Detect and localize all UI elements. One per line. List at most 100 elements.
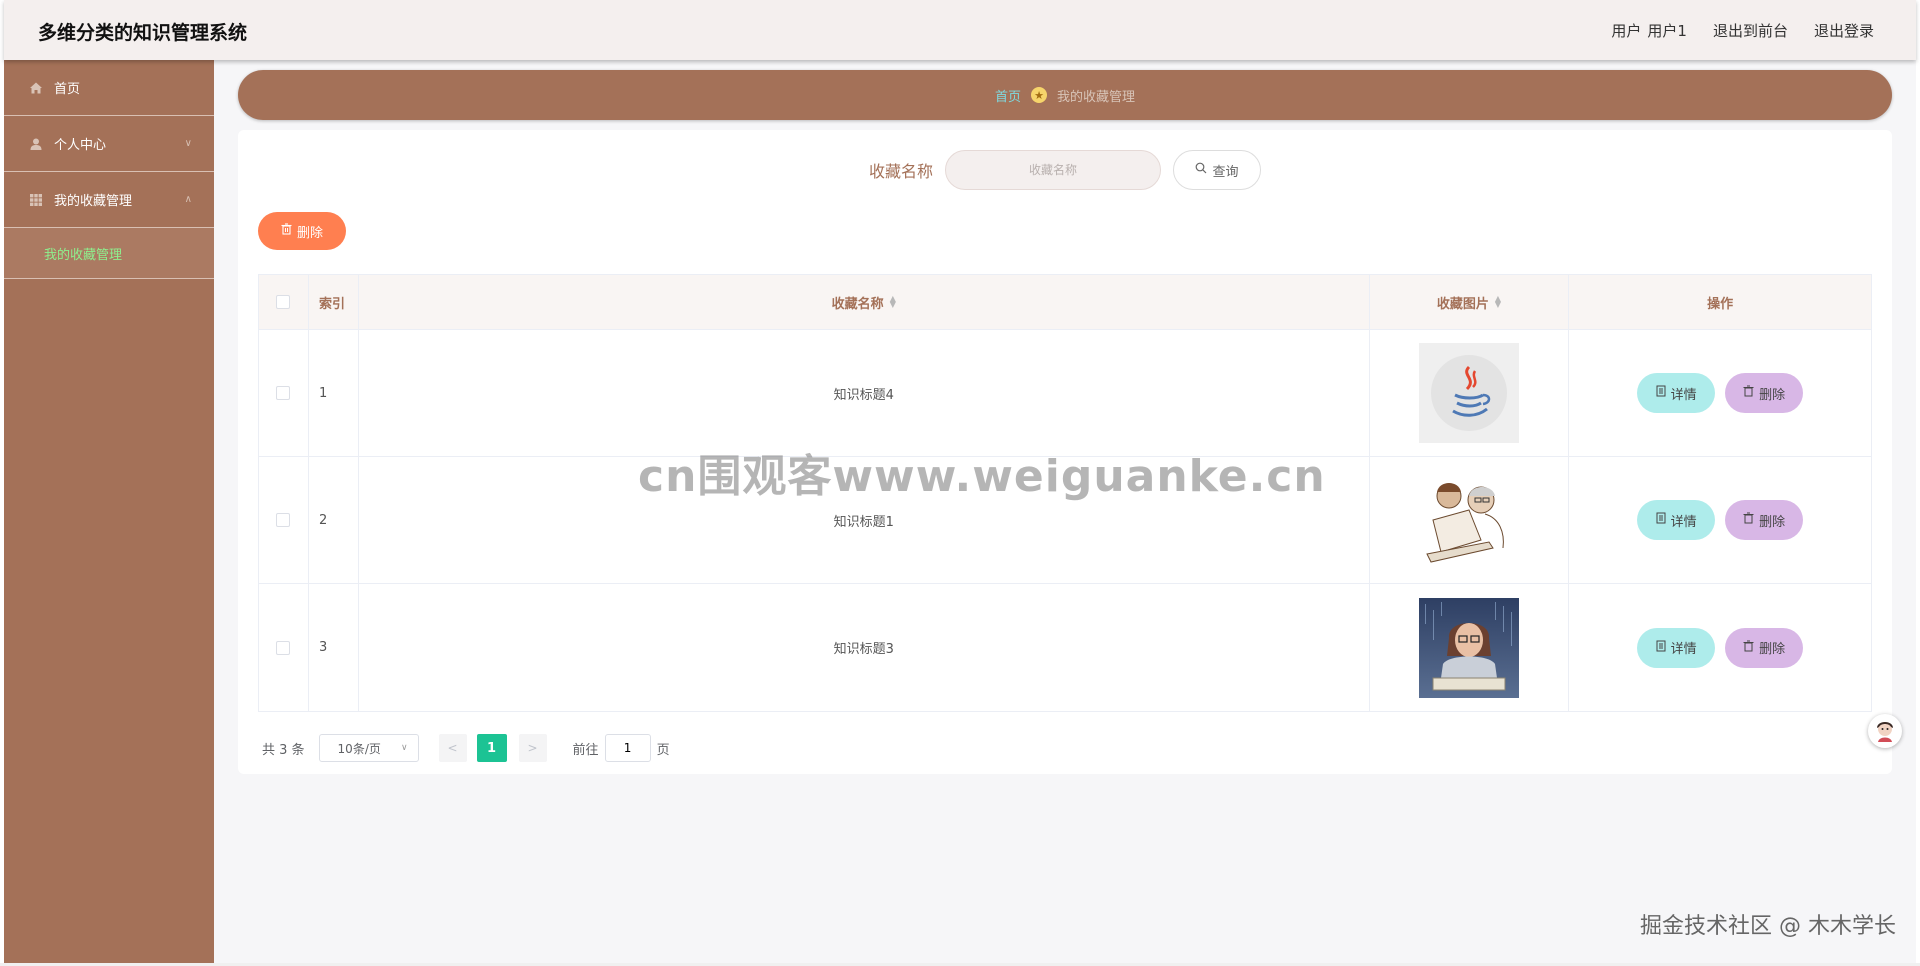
favorites-submenu: 我的收藏管理 [4, 228, 214, 279]
row-check-cell [259, 330, 309, 456]
sidebar-item-label: 首页 [54, 82, 81, 97]
content-card: 收藏名称 查询 删除 索引 收藏名称 ▲▼ [238, 130, 1892, 774]
user-icon [28, 136, 44, 152]
trash-icon [1743, 640, 1754, 656]
goto-prefix: 前往 [572, 742, 599, 758]
row-name: 知识标题4 [359, 330, 1370, 456]
support-avatar-icon[interactable] [1868, 714, 1902, 748]
goto-page: 前往 页 [573, 734, 670, 762]
sidebar-item-label: 个人中心 [54, 138, 107, 153]
star-icon: ★ [1031, 87, 1047, 103]
row-delete-label: 删除 [1759, 642, 1786, 657]
footer-watermark: 掘金技术社区 @ 木木学长 [1640, 914, 1896, 939]
breadcrumb-home[interactable]: 首页 [995, 86, 1021, 105]
page-size-value: 10条/页 [337, 741, 381, 756]
submenu-item-favorites[interactable]: 我的收藏管理 [4, 228, 214, 278]
chevron-down-icon: ∨ [184, 138, 192, 149]
breadcrumb-current: 我的收藏管理 [1057, 89, 1136, 105]
main-content: 首页 ★ 我的收藏管理 收藏名称 查询 删除 索引 [214, 60, 1916, 963]
row-ops: 详情 删除 [1569, 457, 1871, 583]
user-name: 用户1 [1647, 22, 1687, 40]
detail-button-label: 详情 [1670, 514, 1697, 530]
document-icon [1656, 640, 1666, 656]
java-logo-icon [1419, 343, 1519, 443]
row-index: 2 [309, 457, 359, 583]
select-all-checkbox[interactable] [276, 295, 291, 309]
search-button[interactable]: 查询 [1173, 150, 1261, 190]
page-number-active[interactable]: 1 [476, 734, 507, 762]
trash-icon [1743, 385, 1754, 401]
prev-page-button[interactable]: < [438, 734, 467, 762]
document-icon [1656, 512, 1666, 528]
row-image-cell [1370, 330, 1570, 456]
user-info: 用户 用户1 [1611, 20, 1687, 41]
search-input[interactable] [945, 150, 1161, 190]
table-row: 3 知识标题3 详情 删除 [259, 584, 1871, 711]
detail-button[interactable]: 详情 [1637, 373, 1716, 413]
chevron-up-icon: ∧ [184, 194, 192, 205]
table-header-row: 索引 收藏名称 ▲ ▼ 收藏图片 ▲ ▼ 操作 [259, 275, 1871, 330]
trash-icon [1743, 512, 1754, 528]
header-image[interactable]: 收藏图片 ▲ ▼ [1370, 275, 1570, 329]
pagination-total: 共 3 条 [262, 742, 305, 758]
row-ops: 详情 删除 [1569, 584, 1871, 711]
row-checkbox[interactable] [276, 386, 291, 400]
grid-icon [28, 192, 44, 208]
sidebar-item-home[interactable]: 首页 [4, 60, 214, 116]
sort-caret-icon[interactable]: ▲ ▼ [1495, 295, 1501, 309]
row-image-cell [1370, 457, 1570, 583]
row-ops: 详情 删除 [1569, 330, 1871, 456]
row-name: 知识标题3 [359, 584, 1370, 711]
sidebar: 首页 个人中心 ∨ 我的收藏管理 ∧ 我的收藏管理 [4, 60, 214, 963]
row-check-cell [259, 584, 309, 711]
trash-icon [281, 223, 292, 239]
app-title: 多维分类的知识管理系统 [38, 22, 248, 44]
row-delete-label: 删除 [1759, 514, 1786, 530]
top-header: 多维分类的知识管理系统 用户 用户1 退出到前台 退出登录 [4, 0, 1916, 60]
search-icon [1195, 162, 1207, 178]
chevron-left-icon: < [447, 741, 458, 755]
sidebar-item-favorites[interactable]: 我的收藏管理 ∧ [4, 172, 214, 228]
row-checkbox[interactable] [276, 640, 291, 655]
next-page-button[interactable]: > [518, 734, 547, 762]
batch-delete-label: 删除 [296, 225, 323, 241]
sidebar-item-label: 我的收藏管理 [54, 194, 133, 209]
header-name[interactable]: 收藏名称 ▲ ▼ [359, 275, 1370, 329]
breadcrumb: 首页 ★ 我的收藏管理 [238, 70, 1892, 120]
row-delete-button[interactable]: 删除 [1725, 373, 1804, 413]
user-label: 用户 [1611, 22, 1642, 40]
row-index: 3 [309, 584, 359, 711]
sketch-programmers-image [1419, 470, 1519, 570]
chevron-right-icon: > [527, 741, 538, 755]
sidebar-item-personal-center[interactable]: 个人中心 ∨ [4, 116, 214, 172]
back-to-front-link[interactable]: 退出到前台 [1713, 20, 1788, 41]
header-name-label: 收藏名称 [831, 296, 884, 312]
logout-link[interactable]: 退出登录 [1814, 20, 1874, 41]
page-size-select[interactable]: 10条/页 ∨ [318, 734, 419, 762]
row-checkbox[interactable] [276, 513, 291, 527]
header-actions: 用户 用户1 退出到前台 退出登录 [1611, 20, 1874, 41]
row-delete-button[interactable]: 删除 [1725, 500, 1804, 540]
detail-button[interactable]: 详情 [1637, 627, 1716, 668]
sort-caret-icon[interactable]: ▲ ▼ [890, 295, 896, 309]
favorites-table: 索引 收藏名称 ▲ ▼ 收藏图片 ▲ ▼ 操作 1 知识标题4 详情 删除 2 … [258, 274, 1872, 712]
header-image-label: 收藏图片 [1436, 296, 1489, 312]
search-button-label: 查询 [1212, 164, 1239, 180]
row-check-cell [259, 457, 309, 583]
document-icon [1656, 385, 1666, 401]
header-index: 索引 [309, 275, 359, 329]
row-delete-button[interactable]: 删除 [1725, 627, 1804, 668]
row-name: 知识标题1 [359, 457, 1370, 583]
table-row: 1 知识标题4 详情 删除 [259, 330, 1871, 457]
detail-button-label: 详情 [1670, 642, 1697, 657]
batch-delete-button[interactable]: 删除 [258, 212, 346, 250]
chevron-down-icon: ∨ [400, 743, 408, 753]
search-label: 收藏名称 [868, 162, 933, 181]
girl-at-keyboard-image [1419, 597, 1519, 698]
home-icon [28, 80, 44, 96]
detail-button[interactable]: 详情 [1637, 500, 1716, 540]
table-row: 2 知识标题1 详情 删除 [259, 457, 1871, 584]
header-ops: 操作 [1707, 296, 1734, 312]
header-check-cell [259, 275, 309, 329]
goto-page-input[interactable] [604, 734, 651, 762]
